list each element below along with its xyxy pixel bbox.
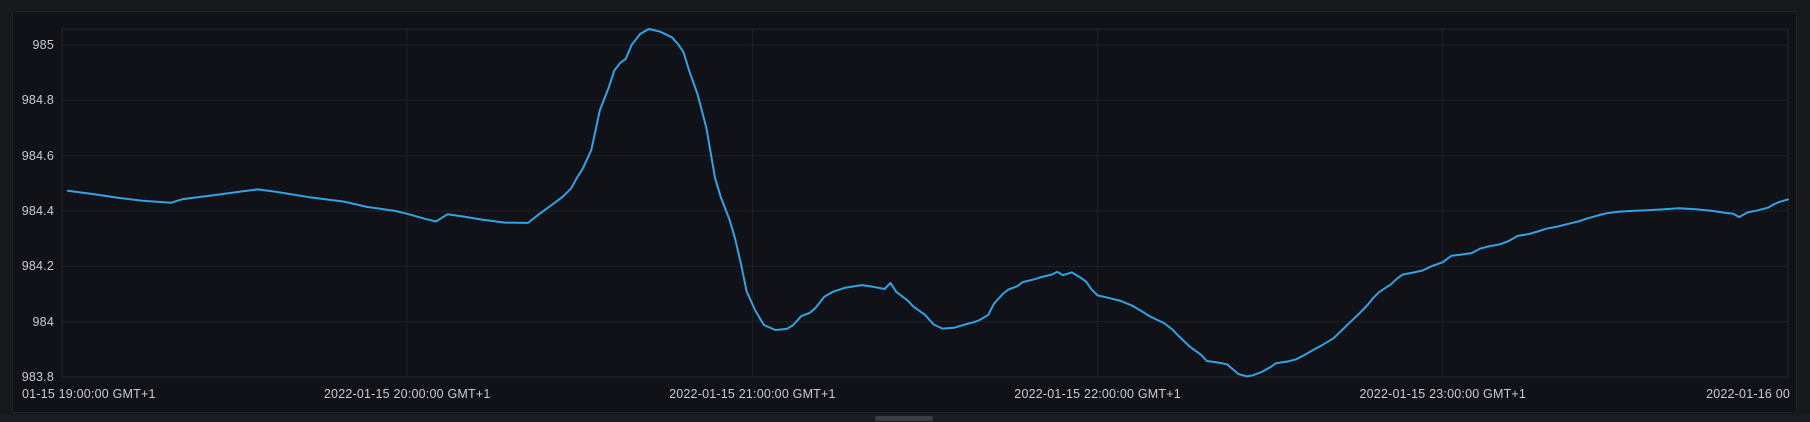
- y-axis-tick-label: 984.4: [0, 203, 54, 219]
- y-axis-tick-label: 985: [0, 37, 54, 53]
- x-axis-tick-label: 2022-01-15 20:00:00 GMT+1: [324, 386, 491, 402]
- y-axis-tick-label: 984.2: [0, 258, 54, 274]
- y-axis-tick-label: 984.8: [0, 92, 54, 108]
- y-axis-tick-label: 984: [0, 314, 54, 330]
- x-axis-tick-label: 01-15 19:00:00 GMT+1: [22, 386, 156, 402]
- dashboard-canvas: 985 984.8 984.6 984.4 984.2 984 983.8 01…: [0, 0, 1810, 422]
- x-axis-tick-label: 2022-01-15 21:00:00 GMT+1: [669, 386, 836, 402]
- horizontal-scrollbar-thumb[interactable]: [875, 416, 933, 421]
- y-axis-tick-label: 983.8: [0, 369, 54, 385]
- x-axis-tick-label: 2022-01-15 23:00:00 GMT+1: [1360, 386, 1527, 402]
- horizontal-scrollbar-track[interactable]: [0, 415, 1810, 422]
- gridlines: [62, 29, 1788, 377]
- y-axis-tick-label: 984.6: [0, 148, 54, 164]
- series-line: [68, 29, 1788, 376]
- plot-border: [62, 29, 1788, 377]
- time-series-chart[interactable]: [0, 0, 1810, 422]
- x-axis-tick-label: 2022-01-16 00: [1706, 386, 1790, 402]
- x-axis-tick-label: 2022-01-15 22:00:00 GMT+1: [1014, 386, 1181, 402]
